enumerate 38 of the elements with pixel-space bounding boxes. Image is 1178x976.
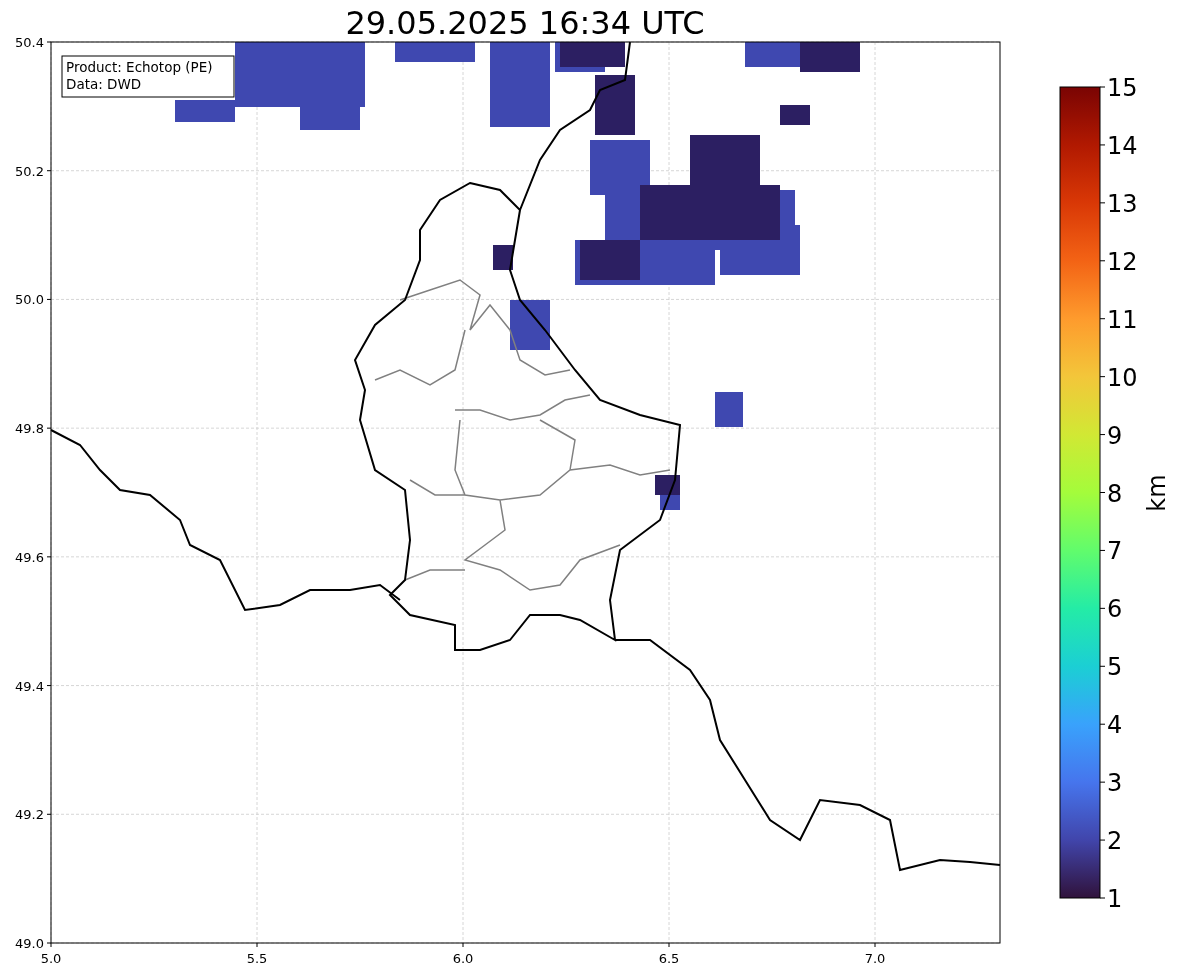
y-tick-label: 49.6 <box>15 549 44 565</box>
colorbar-label: km <box>1143 474 1171 512</box>
x-tick-label: 6.0 <box>452 951 474 966</box>
colorbar-tick-label: 15 <box>1107 74 1138 102</box>
radar-echo <box>560 42 625 67</box>
colorbar-tick-label: 3 <box>1107 769 1123 798</box>
x-tick-label: 7.0 <box>864 951 886 966</box>
radar-echo <box>780 105 810 125</box>
colorbar-tick-label: 10 <box>1107 363 1138 392</box>
legend-text: Product: Echotop (PE) <box>66 59 213 75</box>
x-tick-label: 5.0 <box>40 951 62 966</box>
legend-text: Data: DWD <box>66 76 142 92</box>
x-tick-label: 5.5 <box>246 951 268 966</box>
colorbar-tick-label: 11 <box>1107 305 1138 334</box>
y-tick-label: 49.8 <box>15 421 44 437</box>
y-tick-label: 50.2 <box>15 163 44 179</box>
radar-echo <box>715 392 743 427</box>
colorbar-tick-label: 7 <box>1107 537 1123 566</box>
y-tick-label: 50.4 <box>15 35 44 50</box>
colorbar-tick-label: 6 <box>1107 595 1123 624</box>
radar-echo <box>493 245 513 270</box>
y-tick-label: 50.0 <box>15 292 44 308</box>
plot-title: 29.05.2025 16:34 UTC <box>345 4 705 42</box>
radar-echo <box>510 300 550 350</box>
y-tick-label: 49.2 <box>15 807 44 823</box>
radar-echo <box>595 75 635 135</box>
colorbar-tick-label: 13 <box>1107 189 1138 218</box>
y-tick-label: 49.0 <box>15 936 44 951</box>
colorbar-tick-label: 1 <box>1107 885 1123 913</box>
colorbar-tick-label: 2 <box>1107 827 1123 856</box>
colorbar-tick-label: 14 <box>1107 131 1138 160</box>
colorbar-tick-label: 12 <box>1107 247 1138 276</box>
colorbar-tick-label: 8 <box>1107 479 1123 508</box>
colorbar-tick-label: 9 <box>1107 421 1123 450</box>
colorbar-tick-label: 5 <box>1107 653 1123 682</box>
y-tick-label: 49.4 <box>15 678 44 694</box>
x-tick-label: 6.5 <box>658 951 680 966</box>
colorbar-tick-label: 4 <box>1107 711 1123 740</box>
